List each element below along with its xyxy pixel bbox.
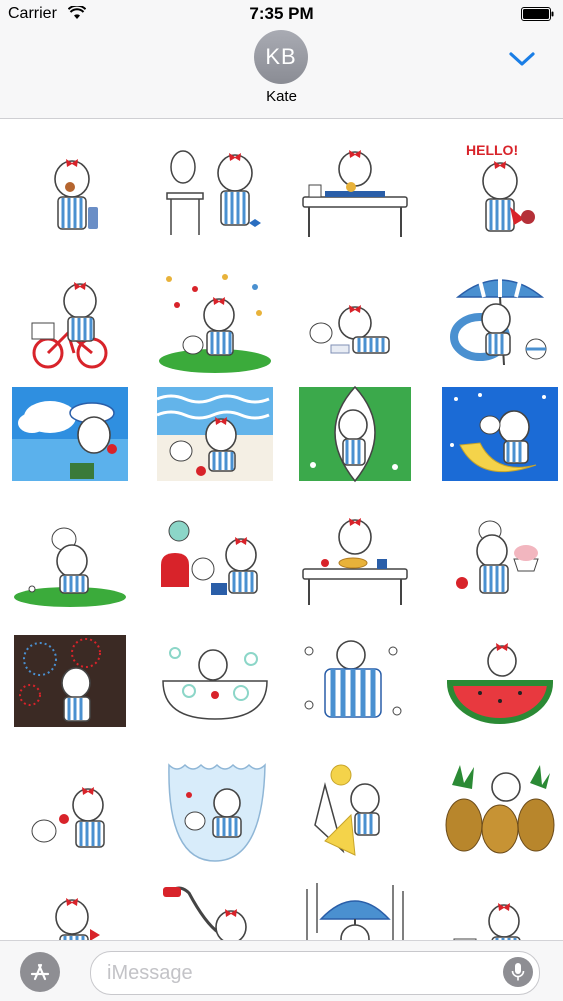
sticker-girl-partial-1[interactable] bbox=[10, 879, 130, 941]
sticker-girl-shaved-ice[interactable] bbox=[440, 509, 560, 619]
sticker-hello-text: HELLO! bbox=[466, 142, 518, 158]
sticker-girl-goldfish-bowl[interactable] bbox=[155, 755, 275, 865]
sticker-girl-pancakes[interactable] bbox=[295, 509, 415, 619]
sticker-grid: HELLO! bbox=[0, 119, 563, 941]
sticker-girl-with-toys[interactable] bbox=[155, 509, 275, 619]
sticker-girl-vacuum[interactable] bbox=[155, 879, 275, 941]
sticker-girl-with-puppy-flowers[interactable] bbox=[155, 269, 275, 379]
sticker-girl-sleeping-blanket[interactable] bbox=[295, 631, 415, 741]
sticker-girl-with-puppy-reading[interactable] bbox=[295, 269, 415, 379]
app-store-icon bbox=[30, 963, 50, 981]
app-store-button[interactable] bbox=[20, 952, 60, 992]
avatar[interactable]: KB bbox=[254, 30, 308, 84]
sticker-girl-at-desk[interactable] bbox=[295, 141, 415, 251]
avatar-initials: KB bbox=[265, 44, 297, 69]
sticker-girl-on-bicycle[interactable] bbox=[10, 269, 130, 379]
message-input-bar bbox=[0, 940, 563, 1001]
sticker-girl-beach-umbrella[interactable] bbox=[440, 269, 560, 379]
sticker-girl-rain-umbrella[interactable] bbox=[295, 879, 415, 941]
chevron-down-icon[interactable] bbox=[508, 48, 536, 70]
sticker-girl-bicycle-partial[interactable] bbox=[440, 879, 560, 941]
sticker-girl-puppy-hug[interactable] bbox=[10, 755, 130, 865]
sticker-girl-on-moon[interactable] bbox=[440, 385, 560, 495]
sticker-girl-eating[interactable] bbox=[10, 141, 130, 251]
sticker-girl-ice-cream-cone[interactable] bbox=[295, 755, 415, 865]
battery-icon bbox=[521, 7, 554, 21]
mic-button[interactable] bbox=[503, 957, 533, 987]
sticker-girl-sea-hat[interactable] bbox=[10, 385, 130, 495]
status-bar: Carrier 7:35 PM bbox=[0, 0, 563, 28]
message-input[interactable] bbox=[105, 952, 489, 994]
clock: 7:35 PM bbox=[249, 4, 314, 23]
message-field[interactable] bbox=[90, 951, 540, 995]
sticker-girl-fireworks[interactable] bbox=[10, 631, 130, 741]
sticker-girl-bubble-bath[interactable] bbox=[155, 631, 275, 741]
sticker-girl-at-vanity[interactable] bbox=[155, 141, 275, 251]
conversation-header: KB Kate bbox=[0, 28, 563, 119]
sticker-girl-watermelon[interactable] bbox=[440, 631, 560, 741]
sticker-girl-pineapples[interactable] bbox=[440, 755, 560, 865]
sticker-girl-hammock[interactable] bbox=[295, 385, 415, 495]
sticker-girl-beach-waves[interactable] bbox=[155, 385, 275, 495]
microphone-icon bbox=[511, 963, 525, 981]
contact-name[interactable]: Kate bbox=[0, 88, 563, 105]
sticker-girl-hello-waving[interactable]: HELLO! bbox=[440, 141, 560, 251]
sticker-girl-with-puppy-grass[interactable] bbox=[10, 509, 130, 619]
